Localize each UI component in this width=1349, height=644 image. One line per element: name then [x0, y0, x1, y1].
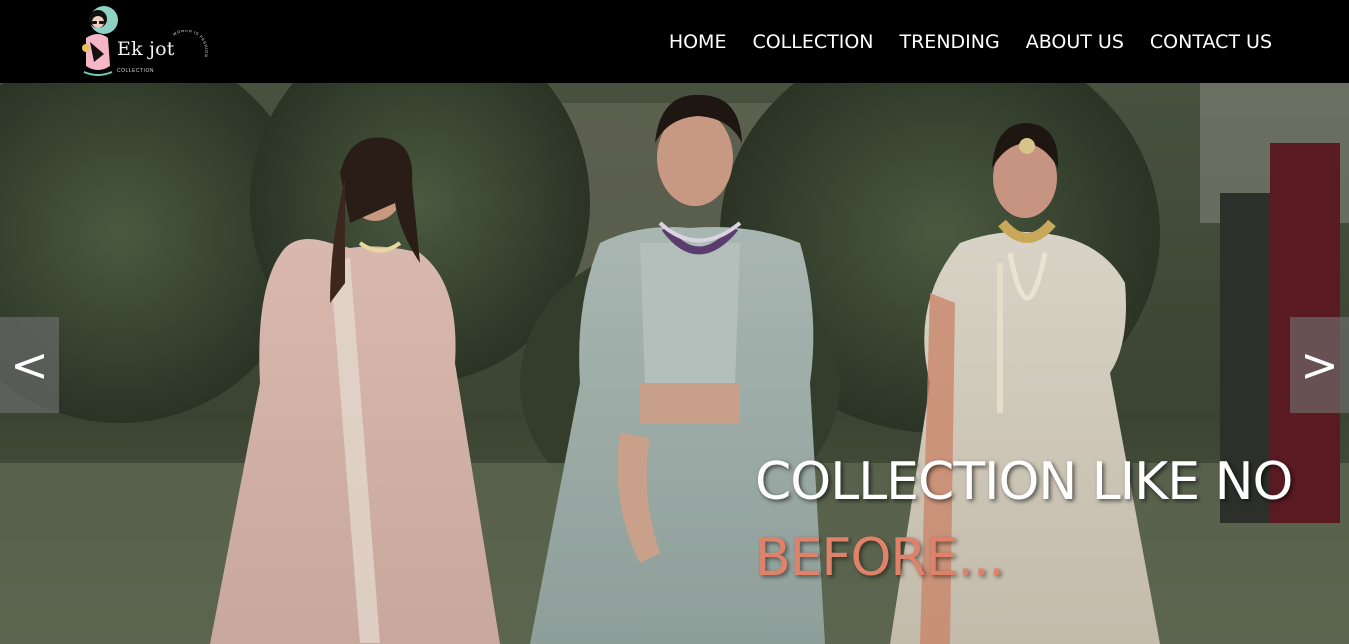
nav-contact-us[interactable]: CONTACT US	[1150, 30, 1272, 54]
slider-prev-button[interactable]: <	[0, 317, 59, 413]
logo-figure-icon	[82, 6, 118, 76]
logo-name: Ek jot	[117, 38, 175, 60]
main-nav: HOME COLLECTION TRENDING ABOUT US CONTAC…	[669, 30, 1272, 54]
hero-slider: < > COLLECTION LIKE NO BEFORE...	[0, 83, 1349, 644]
logo-subtitle: COLLECTION	[117, 68, 154, 74]
logo-arc-text: WOMAN IS FASHION	[172, 30, 208, 58]
nav-home[interactable]: HOME	[669, 30, 727, 54]
caption-accent: BEFORE...	[755, 528, 1005, 588]
svg-text:WOMAN IS FASHION: WOMAN IS FASHION	[172, 30, 208, 58]
hero-caption: COLLECTION LIKE NO BEFORE...	[755, 449, 1335, 591]
nav-about-us[interactable]: ABOUT US	[1026, 30, 1124, 54]
nav-trending[interactable]: TRENDING	[900, 30, 1000, 54]
nav-collection[interactable]: COLLECTION	[752, 30, 873, 54]
brand-logo[interactable]: Ek jot COLLECTION WOMAN IS FASHION	[76, 0, 210, 80]
caption-headline: COLLECTION LIKE NO	[755, 452, 1293, 512]
site-header: Ek jot COLLECTION WOMAN IS FASHION HOME …	[0, 0, 1349, 83]
slider-next-button[interactable]: >	[1290, 317, 1349, 413]
